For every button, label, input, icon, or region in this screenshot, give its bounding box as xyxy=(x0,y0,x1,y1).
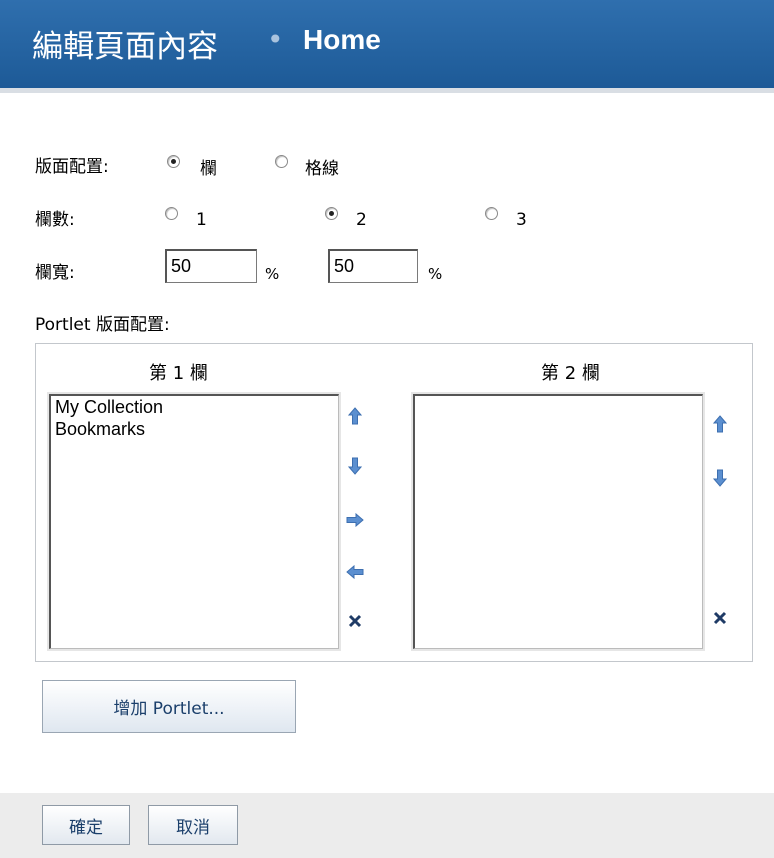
layout-label: 版面配置: xyxy=(35,157,109,177)
list-item[interactable]: My Collection xyxy=(51,396,338,418)
add-portlet-button[interactable]: 增加 Portlet... xyxy=(42,680,296,733)
column-1-portlet-list[interactable]: My Collection Bookmarks xyxy=(47,392,341,651)
columns-1-radio[interactable] xyxy=(165,207,178,220)
column-2-width-unit: % xyxy=(428,265,443,283)
column-1-width-unit: % xyxy=(265,265,280,283)
list-item[interactable]: Bookmarks xyxy=(51,418,338,440)
page-name: Home xyxy=(303,24,381,55)
layout-columns-radio[interactable] xyxy=(167,155,180,168)
columns-label: 欄數: xyxy=(35,210,75,230)
columns-3-label: 3 xyxy=(516,210,527,230)
column-2-width-input[interactable] xyxy=(328,249,418,283)
ok-button[interactable]: 確定 xyxy=(42,805,130,845)
column-2-header: 第 2 欄 xyxy=(541,363,600,384)
arrow-up-icon[interactable] xyxy=(708,412,732,436)
page-title: 編輯頁面內容 xyxy=(32,29,218,65)
arrow-down-icon[interactable] xyxy=(343,454,367,478)
portlet-layout-panel: 第 1 欄 第 2 欄 My Collection Bookmarks xyxy=(35,343,753,662)
title-separator: • xyxy=(267,23,284,56)
width-label: 欄寬: xyxy=(35,263,75,283)
close-icon[interactable] xyxy=(343,609,367,633)
arrow-up-icon[interactable] xyxy=(343,404,367,428)
layout-grid-radio[interactable] xyxy=(275,155,288,168)
portlet-layout-label: Portlet 版面配置: xyxy=(35,315,170,335)
page-header: 編輯頁面內容 • Home xyxy=(0,0,774,93)
column-1-width-input[interactable] xyxy=(165,249,257,283)
column-2-portlet-list[interactable] xyxy=(411,392,705,651)
column-1-header: 第 1 欄 xyxy=(149,363,208,384)
arrow-down-icon[interactable] xyxy=(708,466,732,490)
columns-2-label: 2 xyxy=(356,210,367,230)
arrow-left-icon[interactable] xyxy=(343,560,367,584)
cancel-button[interactable]: 取消 xyxy=(148,805,238,845)
arrow-right-icon[interactable] xyxy=(343,508,367,532)
columns-1-label: 1 xyxy=(196,210,207,230)
columns-3-radio[interactable] xyxy=(485,207,498,220)
columns-2-radio[interactable] xyxy=(325,207,338,220)
close-icon[interactable] xyxy=(708,606,732,630)
layout-grid-label: 格線 xyxy=(305,159,339,179)
footer-bar: 確定 取消 xyxy=(0,793,774,858)
layout-columns-label: 欄 xyxy=(200,159,217,179)
